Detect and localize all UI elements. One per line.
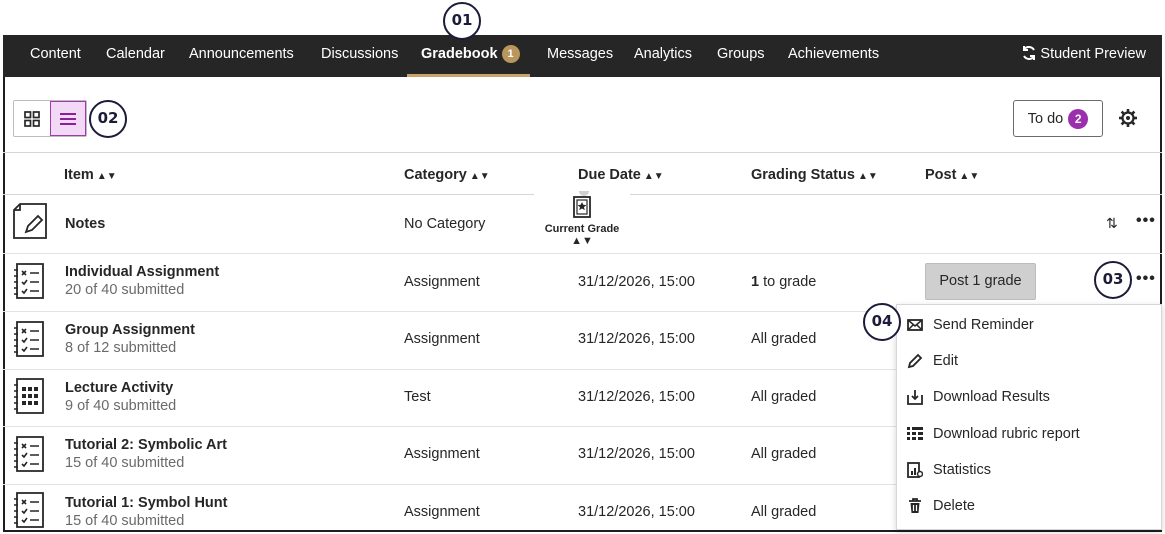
row-category: Test	[404, 389, 431, 405]
header-item[interactable]: Item ▲▼	[64, 167, 117, 183]
row-category: Assignment	[404, 504, 480, 520]
header-category[interactable]: Category ▲▼	[404, 167, 490, 183]
header-due-date[interactable]: Due Date ▲▼	[578, 167, 664, 183]
gear-icon	[1119, 109, 1137, 127]
envelope-icon	[905, 316, 925, 334]
tab-groups[interactable]: Groups	[717, 35, 765, 77]
sort-icon: ▲▼	[959, 171, 980, 182]
header-post[interactable]: Post ▲▼	[925, 167, 979, 183]
menu-item-edit[interactable]: Edit	[905, 347, 958, 375]
more-options-button[interactable]: •••	[1136, 270, 1156, 288]
settings-button[interactable]	[1118, 108, 1138, 133]
table-header: Item ▲▼ Category ▲▼ Due Date ▲▼ Grading Sta…	[3, 152, 1162, 195]
refresh-icon	[1023, 46, 1036, 60]
grid-view-button[interactable]	[14, 101, 50, 136]
post-grade-button[interactable]: Post 1 grade	[925, 263, 1036, 300]
assignment-icon	[12, 435, 48, 478]
row-submissions: 15 of 40 submitted	[65, 513, 185, 529]
header-grading-status[interactable]: Grading Status ▲▼	[751, 167, 878, 183]
todo-count-badge: 2	[1068, 108, 1089, 129]
student-preview-button[interactable]: Student Preview	[1021, 35, 1146, 77]
assignment-icon	[12, 491, 48, 534]
current-grade-column[interactable]: Current Grade ▲▼	[534, 191, 630, 247]
menu-item-send-reminder[interactable]: Send Reminder	[905, 311, 1034, 339]
tab-achievements[interactable]: Achievements	[788, 35, 879, 77]
assignment-icon	[12, 320, 48, 363]
tab-announcements[interactable]: Announcements	[189, 35, 294, 77]
row-due-date: 31/12/2026, 15:00	[578, 274, 695, 290]
top-nav: Content Calendar Announcements Discussio…	[3, 35, 1162, 77]
sort-icon: ▲▼	[857, 171, 878, 182]
tab-calendar[interactable]: Calendar	[106, 35, 165, 77]
callout-01: 01	[443, 2, 481, 40]
todo-button[interactable]: To do 2	[1013, 100, 1103, 137]
row-title[interactable]: Lecture Activity	[65, 380, 173, 396]
tab-analytics[interactable]: Analytics	[634, 35, 692, 77]
row-submissions: 20 of 40 submitted	[65, 282, 185, 298]
row-category: Assignment	[404, 274, 480, 290]
menu-item-statistics[interactable]: Statistics	[905, 456, 991, 484]
callout-04: 04	[863, 303, 901, 341]
row-title[interactable]: Tutorial 1: Symbol Hunt	[65, 495, 227, 511]
menu-item-delete[interactable]: Delete	[905, 492, 975, 520]
menu-item-download-results[interactable]: Download Results	[905, 383, 1050, 411]
row-grading-status[interactable]: All graded	[751, 504, 816, 520]
row-category: Assignment	[404, 331, 480, 347]
row-category: Assignment	[404, 446, 480, 462]
trash-icon	[905, 497, 925, 515]
row-grading-status[interactable]: All graded	[751, 389, 816, 405]
row-submissions: 8 of 12 submitted	[65, 340, 177, 356]
callout-03: 03	[1094, 261, 1132, 299]
row-title[interactable]: Group Assignment	[65, 322, 195, 338]
grid-view-icon	[24, 110, 40, 127]
row-grading-status[interactable]: All graded	[751, 446, 816, 462]
reorder-icon[interactable]: ⇅	[1106, 215, 1118, 232]
row-title[interactable]: Notes	[65, 216, 105, 232]
sort-icon: ▲▼	[469, 171, 490, 182]
gradebook-count-badge: 1	[501, 45, 520, 63]
row-category: No Category	[404, 216, 486, 232]
context-menu: Send Reminder Edit Download Results Down…	[896, 304, 1162, 530]
tab-gradebook[interactable]: Gradebook 1	[407, 35, 530, 77]
list-view-icon	[59, 112, 76, 125]
row-grading-status[interactable]: 1 to grade	[751, 274, 816, 290]
row-title[interactable]: Tutorial 2: Symbolic Art	[65, 437, 227, 453]
row-grading-status[interactable]: All graded	[751, 331, 816, 347]
gradebook-star-icon	[573, 196, 591, 218]
row-due-date: 31/12/2026, 15:00	[578, 446, 695, 462]
notes-icon	[12, 202, 50, 245]
download-icon	[905, 388, 925, 406]
row-due-date: 31/12/2026, 15:00	[578, 504, 695, 520]
row-submissions: 9 of 40 submitted	[65, 398, 177, 414]
row-submissions: 15 of 40 submitted	[65, 455, 185, 471]
tab-content[interactable]: Content	[30, 35, 81, 77]
view-toggle	[13, 100, 87, 137]
menu-item-download-rubric-report[interactable]: Download rubric report	[905, 420, 1080, 448]
callout-02: 02	[89, 100, 127, 138]
assignment-icon	[12, 262, 48, 305]
test-icon	[12, 377, 48, 420]
more-options-button[interactable]: •••	[1136, 212, 1156, 230]
sort-icon: ▲▼	[643, 171, 664, 182]
list-view-button[interactable]	[49, 101, 86, 136]
sort-icon: ▲▼	[571, 235, 593, 247]
tab-discussions[interactable]: Discussions	[321, 35, 398, 77]
rubric-icon	[905, 425, 925, 443]
tab-messages[interactable]: Messages	[547, 35, 613, 77]
pencil-icon	[905, 352, 925, 370]
statistics-icon	[905, 461, 925, 479]
row-title[interactable]: Individual Assignment	[65, 264, 219, 280]
sort-icon: ▲▼	[96, 171, 117, 182]
row-due-date: 31/12/2026, 15:00	[578, 331, 695, 347]
row-due-date: 31/12/2026, 15:00	[578, 389, 695, 405]
